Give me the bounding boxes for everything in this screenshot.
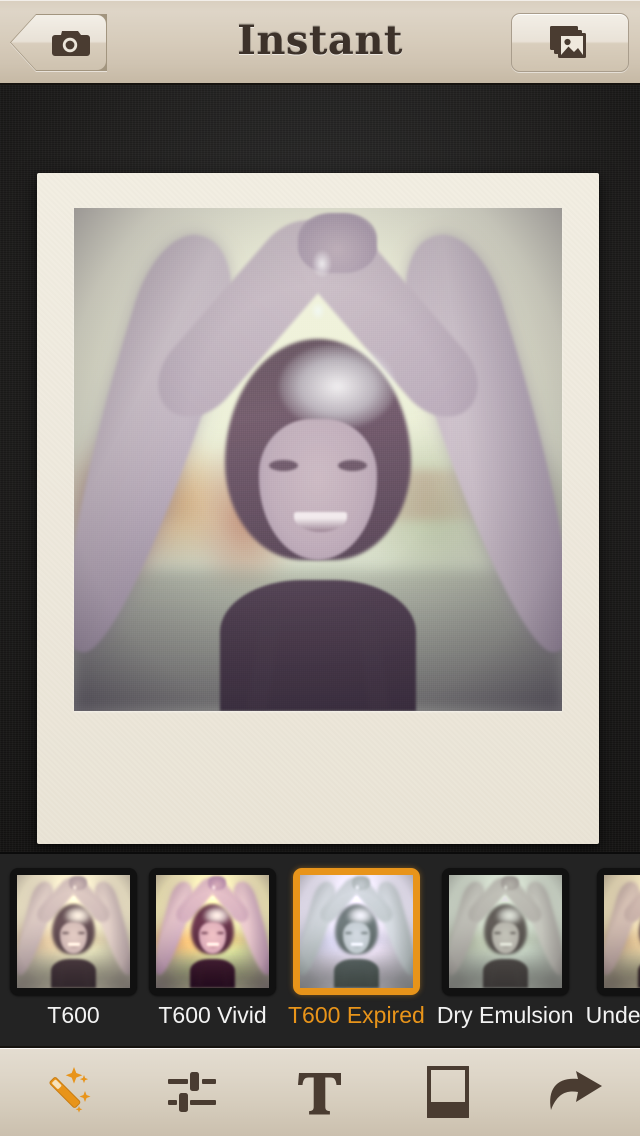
photo-library-button[interactable]: Photo Library (511, 13, 629, 72)
filter-label: T600 (47, 1002, 100, 1028)
filter-thumbnail-image (299, 875, 413, 988)
photo-library-icon (550, 25, 586, 58)
filter-label: T600 Expired (288, 1002, 425, 1028)
filter-thumbnail-image (448, 875, 562, 988)
frame-icon (427, 1066, 469, 1118)
frame-button[interactable]: Frame (400, 1055, 496, 1129)
filter-thumbnail-image (17, 875, 130, 988)
filter-thumbnail-image (603, 875, 640, 988)
filter-thumbnail[interactable] (441, 868, 569, 995)
photo-vignette (74, 208, 562, 711)
editor-toolbar: Effects Adjustments Text F (0, 1046, 640, 1136)
polaroid-frame[interactable] (37, 173, 599, 844)
filter-thumbnail-image (156, 875, 269, 988)
photo-image (74, 208, 562, 711)
filter-label: T600 Vivid (158, 1002, 267, 1028)
filter-thumbnail[interactable] (596, 868, 640, 995)
share-arrow-icon (550, 1071, 602, 1110)
editor-canvas[interactable] (0, 85, 640, 852)
adjustments-button[interactable]: Adjustments (144, 1055, 240, 1129)
filter-thumbnail[interactable] (10, 868, 137, 995)
camera-button[interactable]: Camera (10, 14, 107, 71)
filter-thumbnail[interactable] (149, 868, 276, 995)
filter-item-t600-expired[interactable]: T600 Expired (288, 868, 425, 1027)
photo-preview[interactable] (74, 208, 562, 711)
navigation-bar: Camera Instant Photo Library (0, 0, 640, 85)
filter-label: Underexposed (585, 1002, 640, 1028)
filter-strip[interactable]: T600 T600 Vivid T600 Expired Dry Emulsio… (0, 852, 640, 1046)
camera-icon (52, 30, 90, 56)
filter-thumbnail[interactable] (292, 868, 420, 995)
camera-button-label: Camera (10, 14, 11, 15)
text-button[interactable]: Text (272, 1055, 368, 1129)
text-icon (298, 1073, 341, 1115)
share-button[interactable]: Share (528, 1055, 624, 1129)
magic-wand-icon (49, 1067, 91, 1113)
filter-item-underexposed[interactable]: Underexposed (586, 868, 640, 1027)
filter-item-t600[interactable]: T600 (10, 868, 137, 1027)
filter-item-dry-emulsion[interactable]: Dry Emulsion (437, 868, 574, 1027)
sliders-icon (168, 1072, 216, 1112)
filter-item-t600-vivid[interactable]: T600 Vivid (149, 868, 276, 1027)
filter-label: Dry Emulsion (436, 1002, 574, 1028)
effects-button[interactable]: Effects (16, 1055, 112, 1129)
instant-app-screen: Camera Instant Photo Library (0, 0, 640, 1136)
